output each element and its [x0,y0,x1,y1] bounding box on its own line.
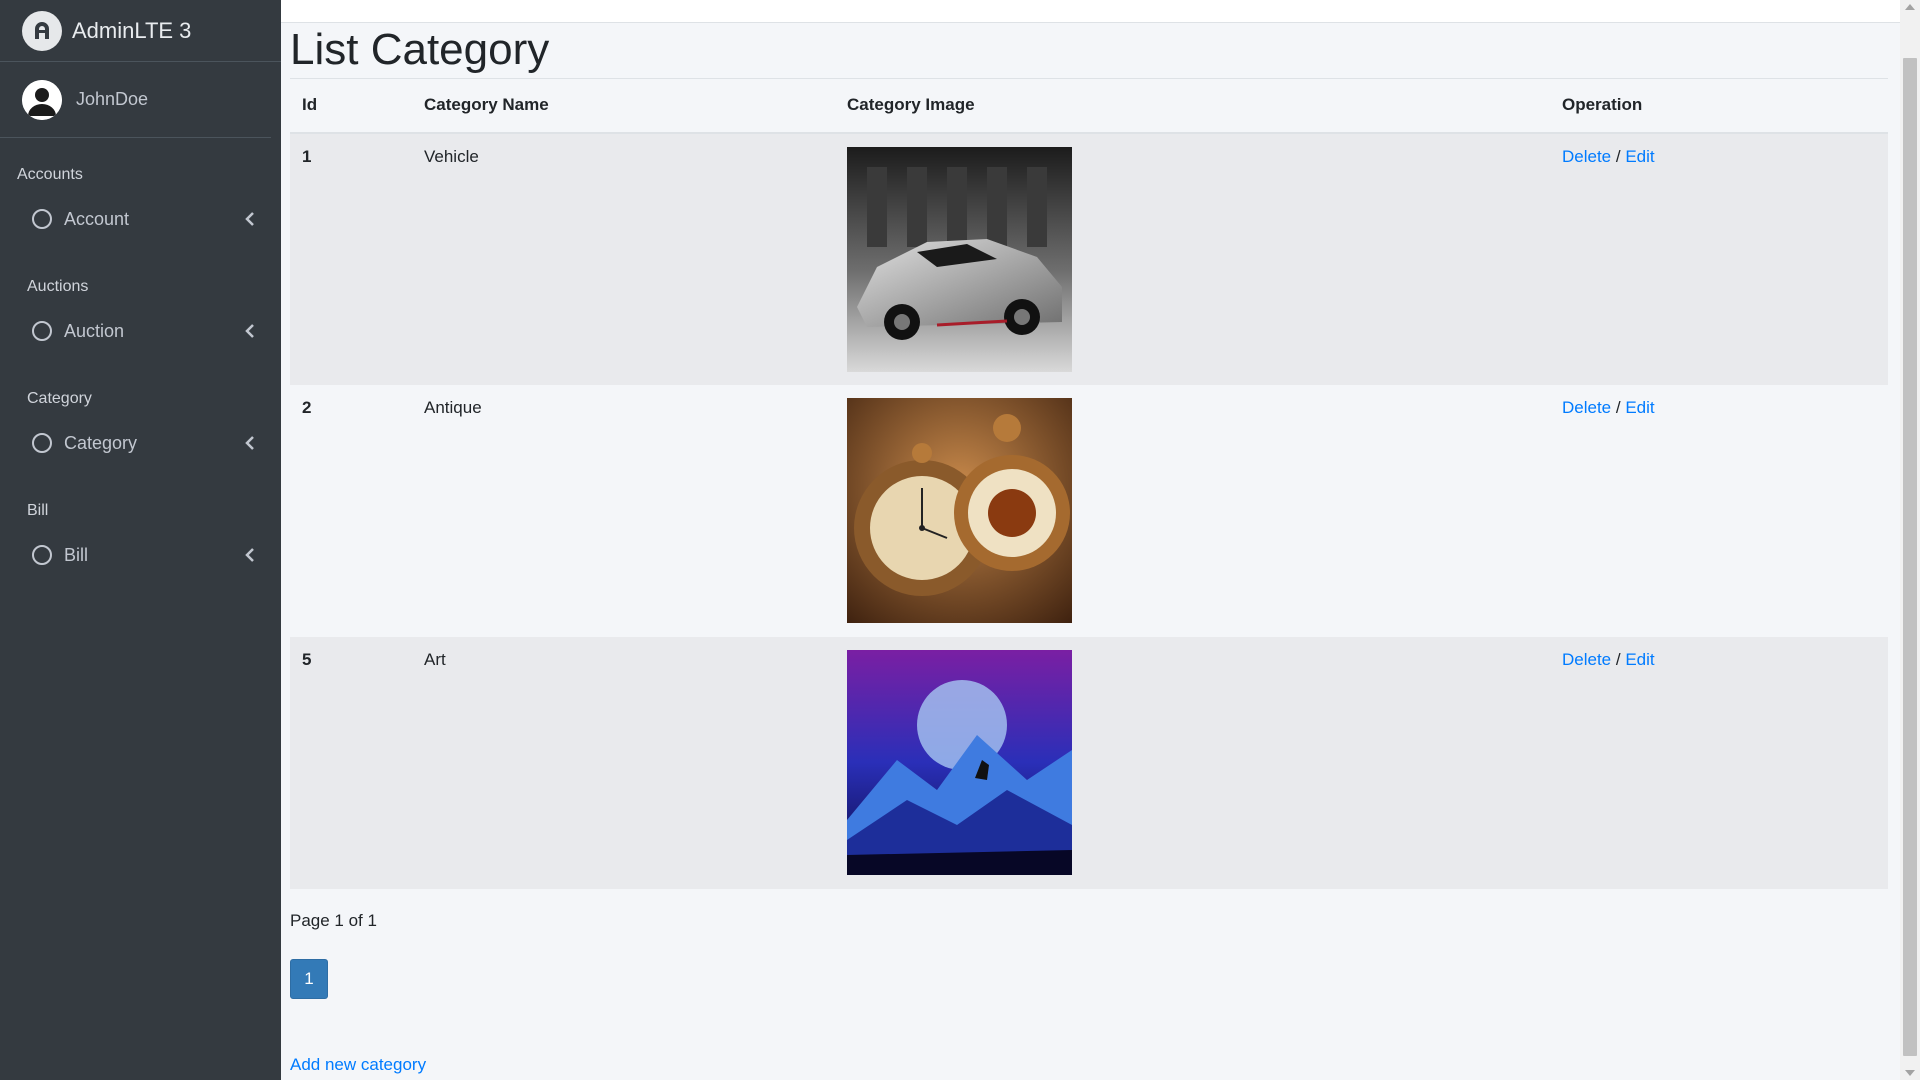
user-avatar-icon [22,79,62,120]
table-row: 1 Vehicle Delete / Edit [290,132,1888,385]
delete-link[interactable]: Delete [1562,147,1611,166]
edit-link[interactable]: Edit [1625,650,1654,669]
cell-operation: Delete / Edit [1550,637,1888,889]
circle-icon [32,209,52,229]
nav-group-category: Category Category [0,376,281,466]
separator: / [1615,146,1626,166]
nav-header-accounts: Accounts [17,166,83,183]
scrollbar-thumb[interactable] [1903,58,1917,1056]
nav-group-accounts: Accounts Account [0,152,281,242]
cell-category-name: Art [424,649,446,669]
add-new-category-link[interactable]: Add new category [290,1055,1888,1075]
sidebar-item-account[interactable]: Account [0,196,281,242]
cell-category-image [835,385,1550,637]
cell-category-image [835,637,1550,889]
nav-header-auctions: Auctions [27,278,89,295]
chevron-left-icon [245,324,254,338]
sidebar-item-bill[interactable]: Bill [0,532,281,578]
sidebar: AdminLTE 3 JohnDoe Accounts Account Auct… [0,0,281,1080]
column-header-operation: Operation [1550,78,1888,134]
brand-text: AdminLTE 3 [72,17,192,43]
cell-operation: Delete / Edit [1550,133,1888,385]
sidebar-item-label: Bill [64,544,89,565]
cell-id: 5 [302,649,312,669]
circle-icon [32,433,52,453]
cell-id: 2 [302,397,312,417]
vertical-scrollbar[interactable] [1900,0,1920,1080]
edit-link[interactable]: Edit [1625,398,1654,417]
sidebar-item-label: Account [64,208,130,229]
cell-operation: Delete / Edit [1550,385,1888,637]
table-row: 5 Art Delete / Edit [290,636,1888,889]
delete-link[interactable]: Delete [1562,398,1611,417]
column-header-category-image: Category Image [835,78,1550,134]
sidebar-item-label: Category [64,432,138,453]
chevron-left-icon [245,212,254,226]
brand-logo-icon [22,10,62,51]
user-panel[interactable]: JohnDoe [0,62,271,138]
top-navbar [281,0,1900,23]
cell-category-image [835,133,1550,385]
nav-header-category: Category [27,390,92,407]
circle-icon [32,321,52,341]
cell-category-name: Antique [424,397,482,417]
sidebar-nav: Accounts Account Auctions Auction Catego… [0,138,281,578]
sidebar-item-category[interactable]: Category [0,420,281,466]
category-table: Id Category Name Category Image Operatio… [290,78,1888,889]
table-row: 2 Antique Delete / Edit [290,384,1888,637]
nav-group-auctions: Auctions Auction [0,264,281,354]
page-title: List Category [290,25,550,74]
delete-link[interactable]: Delete [1562,650,1611,669]
car-image [847,146,1072,372]
separator: / [1615,649,1626,669]
column-header-id: Id [290,78,412,134]
brand[interactable]: AdminLTE 3 [0,0,281,62]
sidebar-item-label: Auction [64,320,125,341]
cell-category-name: Vehicle [424,146,479,166]
sidebar-item-auction[interactable]: Auction [0,308,281,354]
scroll-down-arrow-icon[interactable] [1905,1070,1915,1076]
nav-group-bill: Bill Bill [0,488,281,578]
nav-header-bill: Bill [27,502,49,519]
chevron-left-icon [245,436,254,450]
pocket-watch-image [847,397,1072,623]
cell-id: 1 [302,146,312,166]
scroll-up-arrow-icon[interactable] [1905,4,1915,10]
column-header-category-name: Category Name [412,78,835,134]
page-1-button[interactable]: 1 [290,958,328,999]
circle-icon [32,545,52,565]
pagination-info: Page 1 of 1 [290,910,377,930]
main-content: List Category Id Category Name Category … [290,23,1888,1075]
wolf-moon-art-image [847,649,1072,875]
chevron-left-icon [245,548,254,562]
separator: / [1615,397,1626,417]
table-header-row: Id Category Name Category Image Operatio… [290,78,1888,134]
user-name: JohnDoe [76,89,149,109]
edit-link[interactable]: Edit [1625,147,1654,166]
